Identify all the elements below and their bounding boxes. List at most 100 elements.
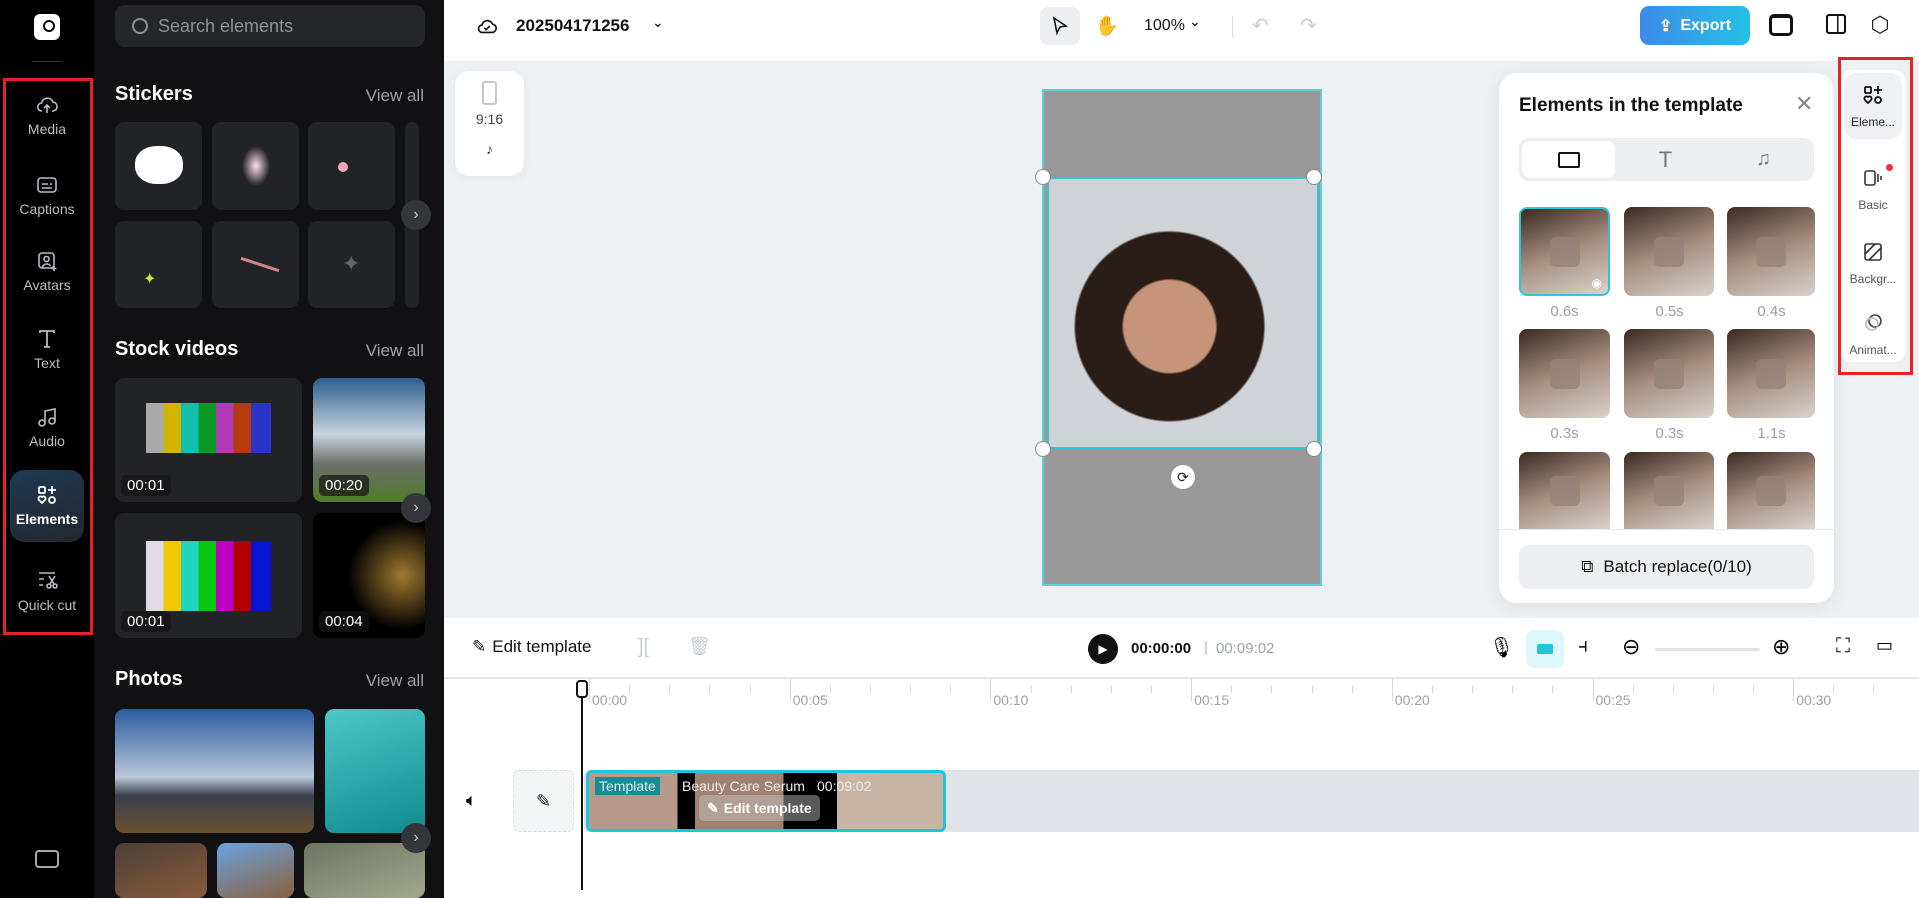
split-icon[interactable]: ][ <box>638 636 649 659</box>
resize-handle[interactable] <box>1035 441 1051 457</box>
photo-food[interactable] <box>115 843 207 898</box>
captions-icon <box>37 177 57 194</box>
template-element-thumb[interactable]: ◉ <box>1519 207 1610 296</box>
template-element-thumb[interactable] <box>1624 329 1714 418</box>
track-volume-icon[interactable]: 🔈︎ <box>466 790 477 811</box>
split-center-icon[interactable]: ⫞ <box>1578 635 1588 658</box>
sticker-arrow[interactable] <box>212 221 299 308</box>
tab-text[interactable]: T <box>1619 141 1712 178</box>
batch-replace-button[interactable]: ⧉ Batch replace(0/10) <box>1519 545 1814 589</box>
zoom-out-icon[interactable]: ⊖ <box>1622 634 1640 660</box>
stock-videos-next-button[interactable]: › <box>401 493 431 523</box>
ruler-tick <box>1110 685 1112 693</box>
stock-video-mountains[interactable]: 00:20 <box>313 378 425 502</box>
stock-video-countdown[interactable]: 00:04 <box>313 513 425 638</box>
stickers-view-all[interactable]: View all <box>366 86 424 106</box>
edit-template-button[interactable]: ✎ Edit template <box>472 637 591 657</box>
aspect-ratio-card[interactable]: 9:16 ♪ <box>455 71 524 176</box>
template-clip[interactable]: Template Beauty Care Serum 00:09:02 ✎ Edi… <box>586 770 946 832</box>
sticker-burst[interactable] <box>115 122 202 210</box>
template-element-thumb[interactable] <box>1727 329 1815 418</box>
timeline-zoom-slider[interactable] <box>1655 648 1760 651</box>
hand-tool-icon[interactable]: ✋ <box>1090 9 1124 43</box>
nav-audio[interactable]: Audio <box>10 393 84 463</box>
template-element-thumb[interactable] <box>1624 207 1714 296</box>
stock-video-color-bars[interactable]: 00:01 <box>115 378 302 502</box>
sticker-partial[interactable] <box>405 221 419 308</box>
tab-video[interactable] <box>1522 141 1615 178</box>
element-duration: 0.3s <box>1550 425 1579 442</box>
eye-icon[interactable]: ◉ <box>1592 276 1602 290</box>
zoom-chevron-icon[interactable]: ⌄ <box>1189 13 1201 30</box>
photo-street[interactable] <box>217 843 294 898</box>
nav-media[interactable]: Media <box>10 81 84 151</box>
nav-quick-cut[interactable]: Quick cut <box>10 550 84 634</box>
redo-icon[interactable]: ↷ <box>1300 13 1317 38</box>
ruler-tick <box>1030 685 1032 693</box>
resize-handle[interactable] <box>1306 169 1322 185</box>
photo-boat-sea[interactable] <box>325 709 425 833</box>
sticker-flowers[interactable] <box>308 122 395 210</box>
right-tab-basic[interactable]: Basic <box>1844 164 1902 212</box>
stack-icon[interactable] <box>1769 14 1793 36</box>
export-button[interactable]: ⇪ Export <box>1640 6 1750 45</box>
search-input[interactable]: Search elements <box>115 5 425 47</box>
app-logo[interactable] <box>34 14 60 40</box>
stock-video-color-bars-2[interactable]: 00:01 <box>115 513 302 638</box>
nav-avatars[interactable]: Avatars <box>10 237 84 307</box>
settings-icon[interactable]: ⬡ <box>1868 12 1892 37</box>
template-element-thumb[interactable] <box>1727 207 1815 296</box>
resize-handle[interactable] <box>1306 441 1322 457</box>
preview-options-icon[interactable]: ▭ <box>1876 635 1893 656</box>
photos-next-button[interactable]: › <box>401 823 431 853</box>
right-tab-elements[interactable]: Eleme... <box>1844 73 1902 139</box>
nav-elements[interactable]: Elements <box>10 470 84 542</box>
photos-view-all[interactable]: View all <box>366 671 424 691</box>
play-button[interactable]: ▶ <box>1088 634 1118 664</box>
template-element-thumb[interactable] <box>1519 329 1610 418</box>
right-tab-animation[interactable]: Animat... <box>1844 311 1902 357</box>
ruler-tick <box>1231 685 1233 693</box>
sticker-partial[interactable] <box>405 122 419 210</box>
zoom-in-icon[interactable]: ⊕ <box>1772 634 1790 660</box>
rotate-icon[interactable]: ⟳ <box>1171 465 1195 489</box>
element-duration: 0.4s <box>1757 303 1786 320</box>
resize-handle[interactable] <box>1035 169 1051 185</box>
sticker-butterfly[interactable] <box>212 122 299 210</box>
select-tool-button[interactable] <box>1040 7 1080 45</box>
right-tab-background[interactable]: Backgr... <box>1844 240 1902 286</box>
template-element-thumb[interactable] <box>1519 452 1610 529</box>
sticker-star[interactable]: ✦ <box>308 221 395 308</box>
timeline-ruler[interactable]: 00:00 00:05 00:10 00:15 00:20 00:25 00:30 <box>444 679 1919 719</box>
video-preview[interactable]: ⟳ <box>1035 89 1322 586</box>
microphone-icon[interactable]: 🎙 <box>1489 635 1514 660</box>
stock-videos-view-all[interactable]: View all <box>366 341 424 361</box>
layout-panel-icon[interactable] <box>1826 14 1846 34</box>
zoom-level[interactable]: 100% <box>1144 17 1185 35</box>
keyboard-shortcuts-icon[interactable] <box>35 850 59 868</box>
chevron-down-icon[interactable]: ⌄ <box>652 14 664 31</box>
ruler-label: 00:10 <box>993 692 1029 708</box>
nav-captions[interactable]: Captions <box>10 161 84 231</box>
project-name[interactable]: 202504171256 <box>516 16 629 36</box>
photo-city-skyline[interactable] <box>115 709 314 833</box>
track-edit-button[interactable]: ✎ <box>513 770 574 832</box>
photos-title: Photos <box>115 668 183 690</box>
fullscreen-icon[interactable]: ⛶ <box>1836 635 1850 658</box>
stock-videos-title: Stock videos <box>115 338 239 360</box>
selected-media-layer[interactable] <box>1047 177 1319 449</box>
template-element-thumb[interactable] <box>1624 452 1714 529</box>
magnet-snap-button[interactable] <box>1526 630 1564 668</box>
tab-audio[interactable]: ♫ <box>1717 141 1810 178</box>
undo-icon[interactable]: ↶ <box>1252 13 1269 38</box>
stickers-next-button[interactable]: › <box>401 200 431 230</box>
clip-edit-template-button[interactable]: ✎ Edit template <box>699 795 820 821</box>
close-icon[interactable]: ✕ <box>1795 91 1813 117</box>
sticker-sparkles[interactable]: ✦ <box>115 221 202 308</box>
delete-icon[interactable]: 🗑 <box>688 636 711 657</box>
playhead[interactable] <box>581 680 583 890</box>
nav-text[interactable]: Text <box>10 315 84 385</box>
playhead-handle[interactable] <box>576 680 588 698</box>
template-element-thumb[interactable] <box>1727 452 1815 529</box>
photo-dog[interactable] <box>304 843 425 898</box>
